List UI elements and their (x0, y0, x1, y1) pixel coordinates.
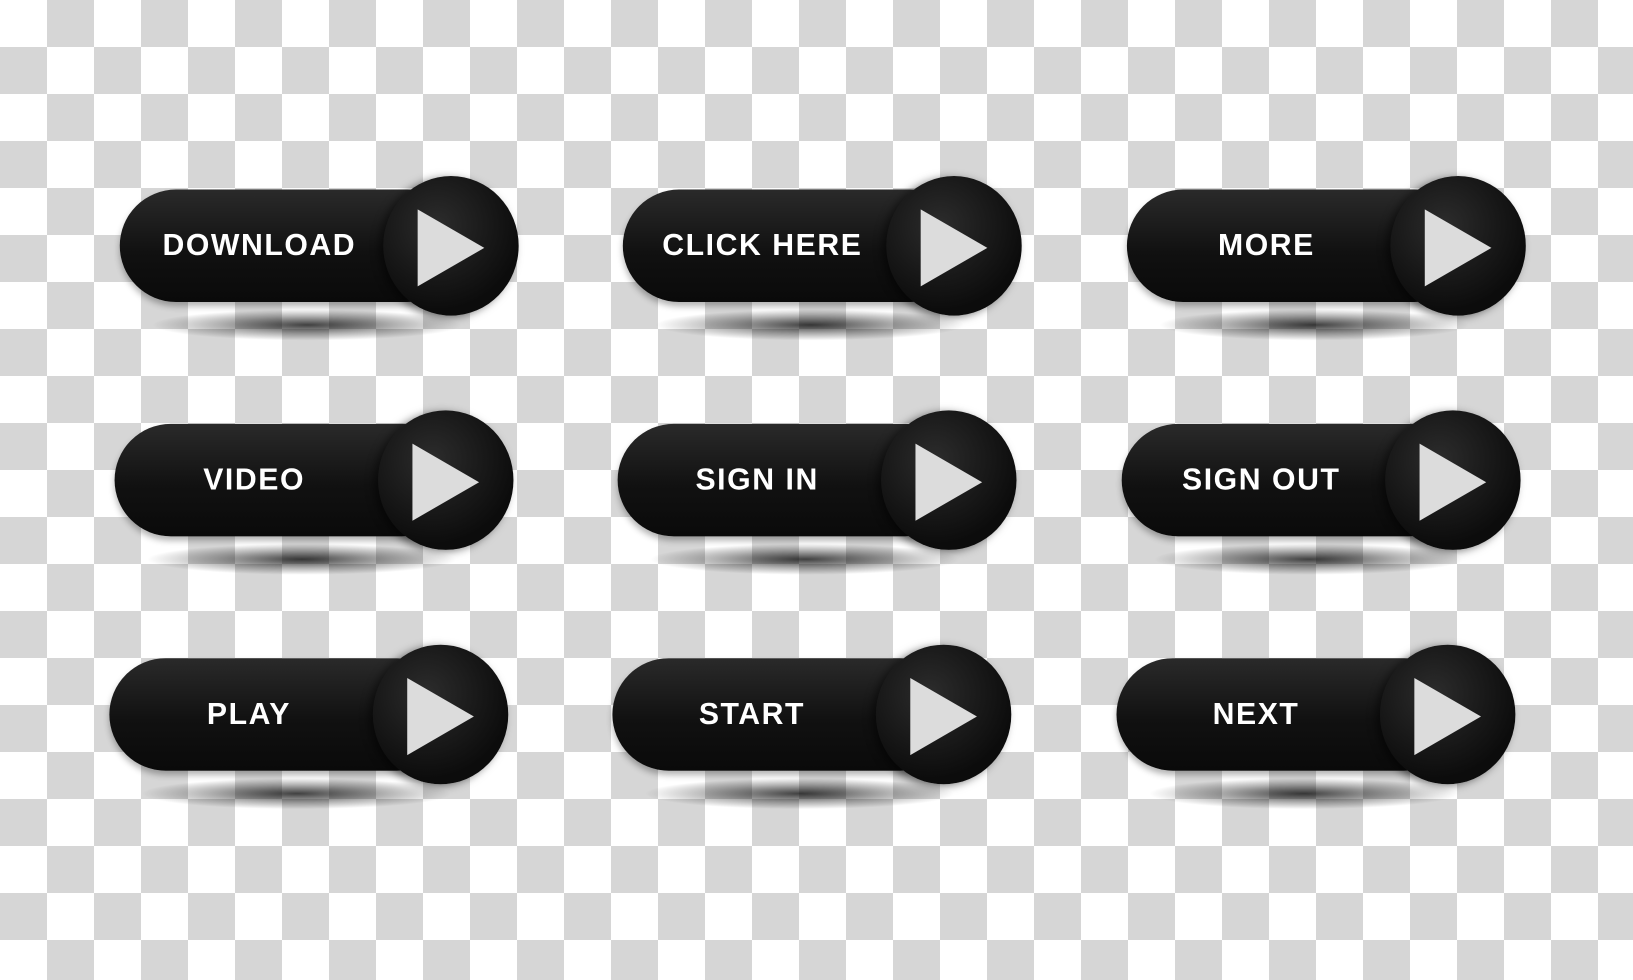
more-button[interactable]: MORE (1126, 176, 1528, 341)
arrow-circle[interactable] (875, 644, 1012, 785)
button-label: MORE (1218, 229, 1315, 263)
play-button[interactable]: PLAY (109, 644, 510, 810)
button-label: CLICK HERE (662, 229, 863, 263)
arrow-circle[interactable] (383, 176, 519, 316)
drop-shadow (643, 778, 957, 810)
drop-shadow (1147, 778, 1461, 810)
click-here-button[interactable]: CLICK HERE (622, 176, 1024, 341)
play-arrow-icon (417, 209, 485, 287)
button-label: DOWNLOAD (162, 229, 357, 263)
button-label: START (698, 697, 806, 732)
play-arrow-icon (1419, 443, 1487, 521)
drop-shadow (151, 309, 464, 341)
arrow-circle[interactable] (1385, 410, 1521, 550)
download-button[interactable]: DOWNLOAD (119, 176, 521, 341)
play-arrow-icon (920, 209, 988, 287)
button-label: PLAY (206, 697, 291, 732)
drop-shadow (1158, 309, 1471, 341)
drop-shadow (654, 309, 967, 341)
drop-shadow (648, 543, 962, 575)
button-label: SIGN OUT (1182, 463, 1341, 497)
button-label: VIDEO (203, 463, 306, 497)
arrow-circle[interactable] (1390, 176, 1526, 316)
next-button[interactable]: NEXT (1116, 644, 1517, 810)
drop-shadow (1152, 543, 1466, 575)
play-arrow-icon (910, 678, 977, 756)
arrow-circle[interactable] (372, 644, 509, 785)
play-arrow-icon (407, 678, 474, 756)
drop-shadow (140, 778, 454, 810)
arrow-circle[interactable] (378, 410, 514, 550)
button-label: SIGN IN (695, 463, 819, 497)
button-label: NEXT (1212, 697, 1300, 732)
sign-in-button[interactable]: SIGN IN (617, 410, 1019, 575)
start-button[interactable]: START (612, 644, 1013, 810)
button-set: DOWNLOAD CLICK HERE MORE VIDEO SIGN IN S… (0, 0, 1633, 980)
arrow-circle[interactable] (886, 176, 1022, 316)
play-arrow-icon (412, 443, 480, 521)
drop-shadow (145, 543, 459, 575)
arrow-circle[interactable] (881, 410, 1017, 550)
play-arrow-icon (1424, 209, 1492, 287)
play-arrow-icon (1414, 678, 1482, 756)
arrow-circle[interactable] (1379, 644, 1516, 785)
sign-out-button[interactable]: SIGN OUT (1121, 410, 1523, 575)
video-button[interactable]: VIDEO (114, 410, 516, 575)
play-arrow-icon (915, 443, 983, 521)
